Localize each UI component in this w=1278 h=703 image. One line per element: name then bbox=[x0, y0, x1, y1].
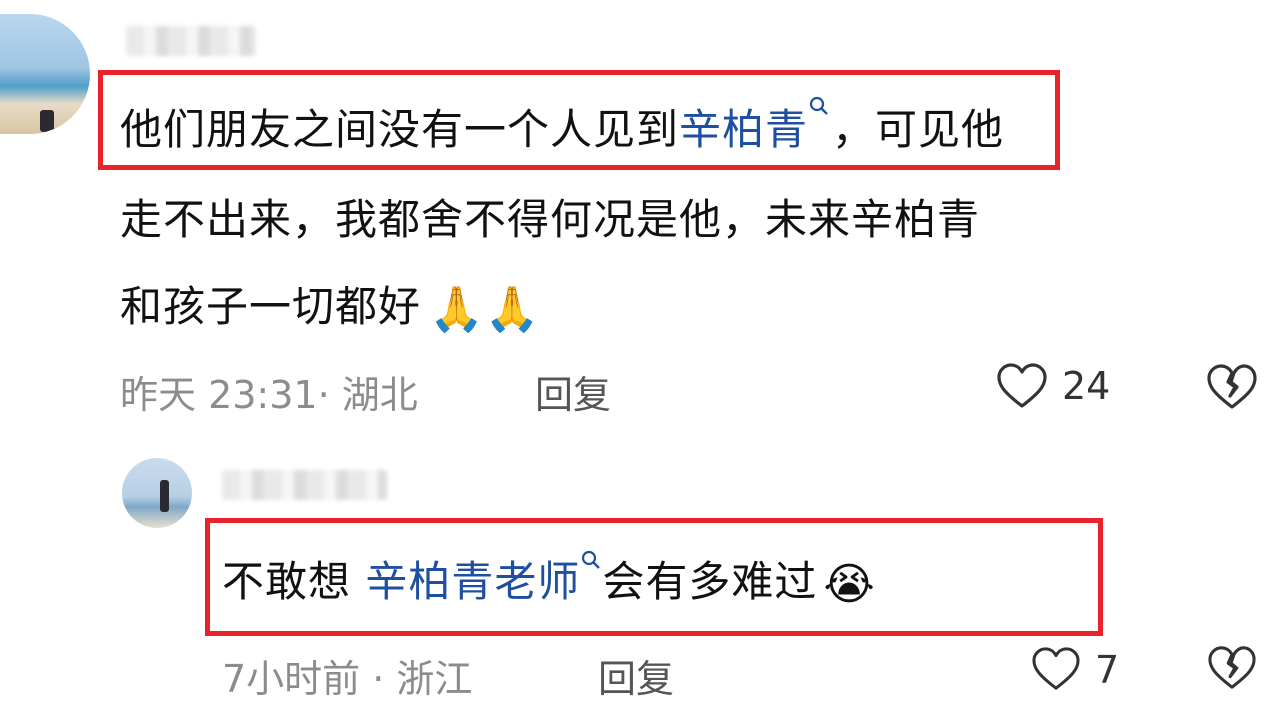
reply-button[interactable]: 回复 bbox=[535, 364, 611, 419]
username-blurred[interactable] bbox=[126, 26, 256, 56]
mention-link[interactable]: 辛柏青 bbox=[679, 105, 808, 154]
username-blurred[interactable] bbox=[222, 470, 387, 500]
broken-heart-icon[interactable] bbox=[1204, 362, 1260, 412]
mention-link[interactable]: 辛柏青老师 bbox=[365, 557, 580, 606]
comment-line-1: 他们朋友之间没有一个人见到辛柏青 ，可见他 bbox=[120, 85, 1004, 175]
comment-meta: 昨天 23:31· 湖北 bbox=[120, 373, 418, 417]
avatar[interactable] bbox=[0, 14, 90, 134]
comment-text: 不敢想 bbox=[222, 557, 366, 606]
comment-line-3: 和孩子一切都好 🙏🙏 bbox=[120, 262, 541, 352]
comment-line-2: 走不出来，我都舍不得何况是他，未来辛柏青 bbox=[120, 195, 981, 244]
comment-text: 他们朋友之间没有一个人见到 bbox=[120, 105, 680, 154]
comment-text: ，可见他 bbox=[832, 105, 1005, 154]
comment-meta: 7小时前 · 浙江 bbox=[222, 657, 473, 701]
heart-icon[interactable] bbox=[1030, 646, 1082, 692]
comment-text: 会有多难过 bbox=[602, 557, 818, 606]
comment-text: 和孩子一切都好 bbox=[120, 282, 422, 331]
like-count: 24 bbox=[1062, 364, 1111, 408]
avatar-figure bbox=[160, 480, 169, 512]
avatar-figure bbox=[40, 110, 54, 132]
avatar[interactable] bbox=[122, 458, 192, 528]
search-icon[interactable] bbox=[580, 549, 602, 571]
search-icon[interactable] bbox=[808, 95, 830, 117]
broken-heart-icon[interactable] bbox=[1205, 644, 1259, 692]
reply-text: 不敢想 辛柏青老师 会有多难过 😭 bbox=[222, 537, 876, 627]
like-count: 7 bbox=[1095, 648, 1120, 692]
pray-emoji: 🙏🙏 bbox=[429, 283, 541, 335]
crying-emoji: 😭 bbox=[823, 558, 876, 610]
reply-button[interactable]: 回复 bbox=[598, 648, 674, 703]
heart-icon[interactable] bbox=[995, 362, 1049, 410]
